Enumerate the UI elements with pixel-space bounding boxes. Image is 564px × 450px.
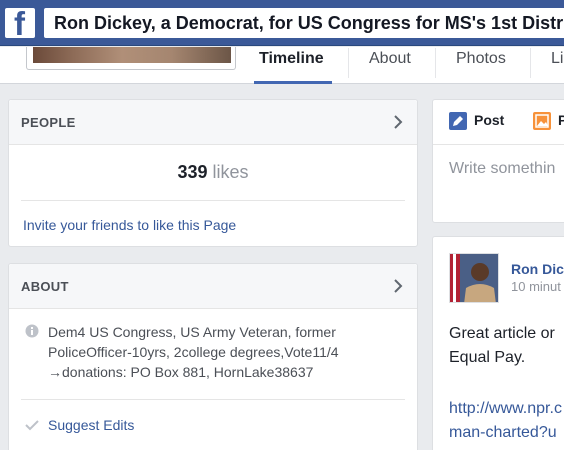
post-text-line: Great article or [449, 325, 555, 342]
tab-timeline[interactable]: Timeline [259, 50, 324, 68]
post-composer-card: Post P Write somethin [432, 99, 564, 223]
about-card: ABOUT Dem4 US Congress, US Army Veteran,… [8, 263, 418, 450]
tab-divider [530, 48, 531, 78]
tab-divider [348, 48, 349, 78]
about-description: Dem4 US Congress, US Army Veteran, forme… [48, 322, 378, 382]
cover-photo-thumbnail[interactable] [26, 47, 236, 70]
composer-input[interactable]: Write somethin [449, 160, 555, 178]
photo-icon [533, 112, 551, 130]
checkmark-icon [25, 420, 39, 431]
cover-photo-image [33, 47, 231, 63]
post-card: Ron Dic 10 minut Great article or Equal … [432, 236, 564, 450]
chevron-right-icon[interactable] [391, 115, 405, 129]
post-body: Great article or Equal Pay. [449, 322, 564, 370]
top-bar: f Ron Dickey, a Democrat, for US Congres… [0, 0, 564, 46]
suggest-edits-link[interactable]: Suggest Edits [48, 417, 134, 433]
likes-count: 339 [177, 162, 208, 182]
tab-about[interactable]: About [369, 50, 411, 68]
about-line: PoliceOfficer-10yrs, 2college degrees,Vo… [48, 344, 339, 360]
people-card-header[interactable]: PEOPLE [9, 100, 417, 145]
card-divider [21, 200, 405, 201]
facebook-logo-icon[interactable]: f [5, 5, 35, 42]
post-link-line[interactable]: man-charted?u [449, 421, 564, 445]
info-icon [25, 324, 39, 338]
post-text-line: Equal Pay. [449, 349, 526, 366]
people-card-title: PEOPLE [21, 115, 76, 130]
about-line: Dem4 US Congress, US Army Veteran, forme… [48, 324, 336, 340]
page-title: Ron Dickey, a Democrat, for US Congress … [54, 13, 564, 33]
facebook-logo-letter: f [14, 5, 25, 42]
post-link-line[interactable]: http://www.npr.c [449, 397, 564, 421]
tab-photos[interactable]: Photos [456, 50, 506, 68]
likes-label: likes [212, 162, 249, 182]
people-card: PEOPLE 339 likes Invite your friends to … [8, 99, 418, 247]
author-avatar[interactable] [449, 253, 499, 303]
pencil-icon [449, 112, 467, 130]
card-divider [21, 399, 405, 400]
likes-summary: 339 likes [9, 162, 417, 183]
post-link[interactable]: http://www.npr.c man-charted?u [449, 397, 564, 445]
post-timestamp[interactable]: 10 minut [511, 279, 561, 294]
composer-divider [433, 144, 564, 145]
page-title-box: Ron Dickey, a Democrat, for US Congress … [44, 8, 564, 38]
chevron-right-icon[interactable] [391, 279, 405, 293]
about-line: →donations: PO Box 881, HornLake38637 [48, 364, 314, 380]
about-card-title: ABOUT [21, 279, 69, 294]
post-author-name[interactable]: Ron Dic [511, 261, 564, 277]
tab-divider [435, 48, 436, 78]
composer-photo-label: P [558, 112, 564, 128]
active-tab-underline [254, 81, 332, 84]
invite-friends-link[interactable]: Invite your friends to like this Page [23, 217, 236, 233]
about-card-header[interactable]: ABOUT [9, 264, 417, 309]
tab-likes[interactable]: Li [551, 50, 563, 68]
composer-post-label: Post [474, 112, 505, 128]
